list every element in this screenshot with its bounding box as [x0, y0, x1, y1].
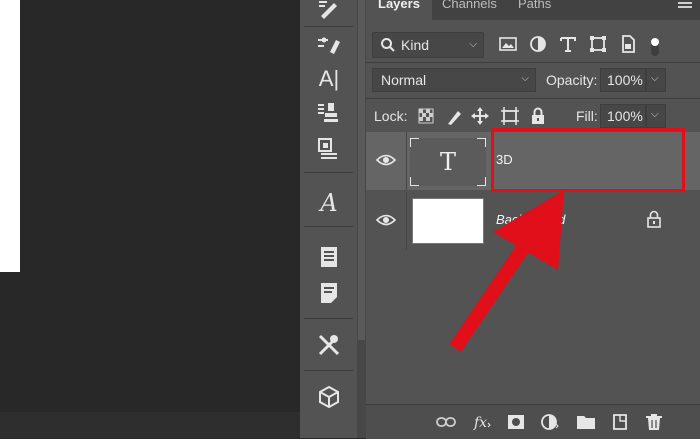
panel-tabs: Layers Channels Paths [366, 0, 700, 20]
lock-transparent-pixels-icon[interactable] [416, 106, 436, 126]
lock-row: Lock: Fill: 100% ⌵ [366, 102, 700, 130]
glyphs-panel-icon[interactable]: A [312, 186, 346, 220]
new-group-folder-icon[interactable] [576, 413, 596, 431]
opacity-dropdown-button[interactable]: ⌵ [646, 68, 666, 92]
layers-bottom-toolbar: fx [366, 404, 700, 439]
fill-field[interactable]: 100% [600, 104, 646, 128]
kind-filter-label: Kind [401, 37, 430, 53]
new-adjustment-layer-icon[interactable] [540, 413, 560, 431]
tab-layers[interactable]: Layers [366, 0, 432, 20]
lock-all-icon[interactable] [528, 106, 548, 126]
layer-row-background[interactable]: Background [366, 192, 700, 250]
properties-panel-icon[interactable] [312, 240, 346, 274]
visibility-toggle[interactable] [366, 192, 407, 250]
notes-panel-icon[interactable] [312, 276, 346, 310]
type-filter-icon[interactable] [558, 34, 578, 54]
filter-toggle-icon[interactable] [650, 36, 660, 58]
visibility-toggle[interactable] [366, 132, 407, 190]
filter-row: Kind ⌵ [366, 30, 700, 58]
panel-dock-toolstrip: A| A [300, 0, 357, 438]
clone-source-icon[interactable] [312, 96, 346, 130]
character-panel-icon[interactable]: A| [312, 62, 346, 96]
adjustment-filter-icon[interactable] [528, 34, 548, 54]
fill-dropdown-button[interactable]: ⌵ [646, 104, 666, 128]
fill-label: Fill: [576, 108, 598, 124]
opacity-value: 100% [607, 72, 643, 88]
tab-paths[interactable]: Paths [506, 0, 563, 20]
3d-panel-icon[interactable] [312, 132, 346, 166]
eye-icon [376, 154, 396, 166]
layers-panel: Layers Channels Paths Kind ⌵ Normal ⌵ Op… [366, 0, 700, 439]
document-page [0, 0, 20, 272]
opacity-field[interactable]: 100% [600, 68, 646, 92]
canvas-status-bar [0, 412, 300, 438]
add-mask-icon[interactable] [506, 413, 526, 431]
chevron-down-icon: ⌵ [469, 39, 477, 50]
lock-artboard-icon[interactable] [500, 106, 520, 126]
document-canvas[interactable] [0, 0, 300, 438]
svg-text:fx: fx [473, 415, 487, 431]
panel-menu-icon[interactable] [678, 0, 692, 10]
lock-position-icon[interactable] [470, 106, 490, 126]
3d-cube-icon[interactable] [312, 380, 346, 414]
lock-icon [647, 210, 661, 228]
trash-icon[interactable] [644, 413, 664, 431]
text-layer-thumbnail[interactable]: T [410, 138, 486, 186]
new-layer-icon[interactable] [610, 413, 630, 431]
kind-filter-select[interactable]: Kind ⌵ [372, 32, 484, 58]
image-filter-icon[interactable] [498, 34, 518, 54]
type-layer-icon: T [439, 148, 456, 176]
highlight-box-annotation [491, 128, 685, 192]
brush-settings-icon[interactable] [312, 0, 346, 26]
blend-mode-value: Normal [381, 72, 427, 88]
layer-name[interactable]: Background [496, 212, 565, 227]
link-layers-icon[interactable] [436, 413, 456, 431]
shape-filter-icon[interactable] [588, 34, 608, 54]
chevron-down-icon: ⌵ [521, 73, 529, 84]
blend-mode-select[interactable]: Normal ⌵ [372, 68, 536, 92]
lock-label: Lock: [374, 108, 408, 124]
fx-layer-style-icon[interactable]: fx [472, 413, 492, 431]
toolstrip-scrollbar-thumb[interactable] [358, 0, 365, 340]
opacity-label: Opacity: [546, 72, 598, 88]
fill-value: 100% [607, 108, 643, 124]
lock-image-pixels-icon[interactable] [444, 106, 464, 126]
chevron-down-icon: ⌵ [651, 109, 659, 120]
blend-row: Normal ⌵ Opacity: 100% ⌵ [366, 66, 700, 94]
search-icon [381, 38, 395, 52]
tool-presets-icon[interactable] [312, 328, 346, 362]
eye-icon [376, 214, 396, 226]
background-layer-thumbnail[interactable] [412, 198, 484, 244]
smart-object-filter-icon[interactable] [618, 34, 638, 54]
brush-presets-icon[interactable] [312, 28, 346, 62]
chevron-down-icon: ⌵ [651, 73, 659, 84]
tab-channels[interactable]: Channels [430, 0, 509, 20]
